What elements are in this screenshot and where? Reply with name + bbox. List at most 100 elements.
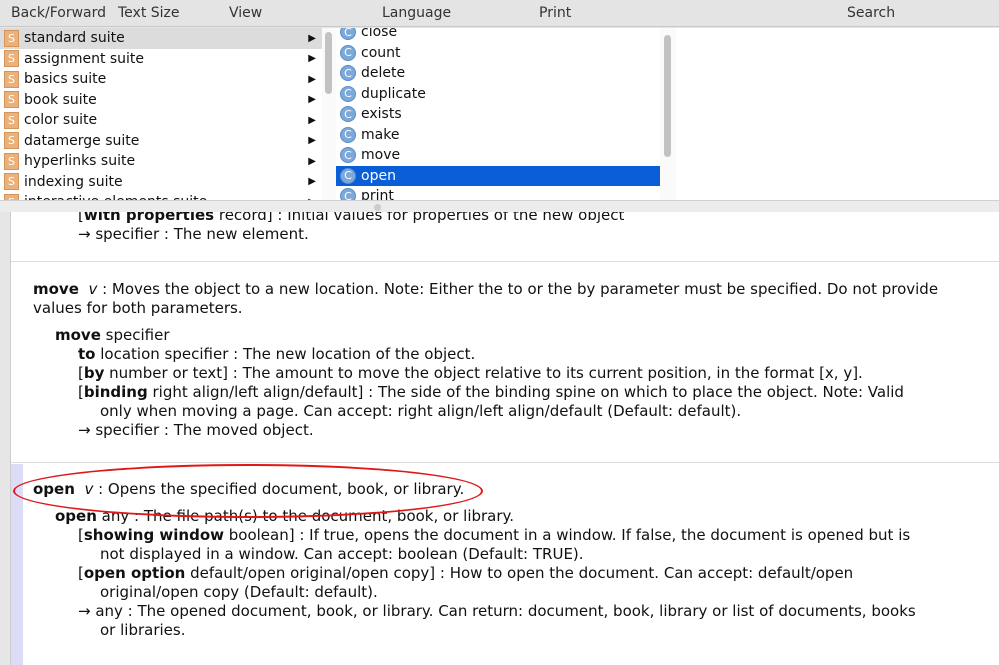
command-item[interactable]: Copen: [336, 165, 660, 186]
language-button[interactable]: Language: [382, 5, 451, 21]
text-size-button[interactable]: Text Size: [118, 5, 180, 21]
command-item[interactable]: Cduplicate: [336, 84, 660, 105]
command-label: print: [361, 188, 394, 200]
command-item[interactable]: Cprint: [336, 186, 660, 200]
suite-icon: S: [4, 132, 19, 150]
suite-label: datamerge suite: [24, 132, 140, 149]
suite-item[interactable]: Sindexing suite ▶: [0, 172, 322, 193]
kind: v: [88, 280, 98, 298]
param-name: with properties: [83, 212, 215, 224]
make-section: [with properties record] : Initial value…: [11, 212, 999, 262]
param-name: open option: [83, 564, 186, 582]
return-line: → any : The opened document, book, or li…: [78, 602, 916, 620]
expand-arrow-icon: ▶: [308, 176, 316, 188]
command-item[interactable]: Cexists: [336, 104, 660, 125]
suite-label: assignment suite: [24, 50, 145, 67]
command-icon: C: [340, 106, 356, 123]
command-item[interactable]: Ccount: [336, 43, 660, 64]
param-desc-cont: not displayed in a window. Can accept: b…: [100, 545, 584, 563]
desc: : Moves the object to a new location. No…: [97, 280, 939, 298]
expand-arrow-icon: ▶: [308, 53, 316, 65]
view-button[interactable]: View: [229, 5, 262, 21]
print-button[interactable]: Print: [539, 5, 571, 21]
expand-arrow-icon: ▶: [308, 135, 316, 147]
dictionary-content: [with properties record] : Initial value…: [10, 212, 999, 665]
param-desc: record] : Initial values for properties …: [214, 212, 625, 224]
command-icon: C: [340, 28, 356, 41]
suite-item[interactable]: Scolor suite ▶: [0, 110, 322, 131]
return-line: → specifier : The moved object.: [78, 421, 314, 439]
param-name: by: [83, 364, 105, 382]
param-name: showing window: [83, 526, 224, 544]
suites-scrollbar[interactable]: [322, 28, 336, 200]
command-name[interactable]: move: [33, 280, 79, 298]
command-item[interactable]: Cmove: [336, 145, 660, 166]
suite-icon: S: [4, 50, 19, 68]
expand-arrow-icon: ▶: [308, 94, 316, 106]
command-label: open: [361, 167, 396, 184]
suites-list: Sstandard suite ▶ Sassignment suite ▶ Sbasic…: [0, 28, 322, 200]
suite-label: hyperlinks suite: [24, 153, 136, 170]
command-label: move: [361, 147, 401, 164]
suite-icon: S: [4, 111, 19, 129]
command-icon: C: [340, 126, 356, 143]
param-desc: default/open original/open copy] : How t…: [185, 564, 854, 582]
suite-label: standard suite: [24, 30, 125, 47]
command-label: count: [361, 44, 401, 61]
suite-label: indexing suite: [24, 173, 123, 190]
expand-arrow-icon: ▶: [308, 73, 316, 85]
suite-item[interactable]: Sassignment suite ▶: [0, 49, 322, 70]
suite-item[interactable]: Sdatamerge suite ▶: [0, 131, 322, 152]
command-label: delete: [361, 65, 406, 82]
command-icon: C: [340, 188, 356, 200]
suite-item[interactable]: Sbook suite ▶: [0, 90, 322, 111]
suite-item[interactable]: Sbasics suite ▶: [0, 69, 322, 90]
command-icon: C: [340, 65, 356, 82]
return-line: → specifier : The new element.: [78, 225, 309, 243]
commands-list: Cclose Ccount Cdelete Cduplicate Cexists Cmak…: [336, 28, 660, 200]
suite-item[interactable]: Sstandard suite ▶: [0, 28, 322, 49]
param-name: to: [78, 345, 96, 363]
param-desc: number or text] : The amount to move the…: [104, 364, 863, 382]
return-line-cont: or libraries.: [100, 621, 186, 639]
command-label: exists: [361, 106, 402, 123]
direct-type: specifier: [100, 326, 170, 344]
command-label: make: [361, 126, 400, 143]
suite-label: basics suite: [24, 71, 107, 88]
command-icon: C: [340, 85, 356, 102]
command-item[interactable]: Cmake: [336, 125, 660, 146]
suite-icon: S: [4, 70, 19, 88]
toolbar: Back/Forward Text Size View Language Pri…: [0, 0, 999, 27]
annotation-ellipse: [13, 464, 483, 518]
suite-icon: S: [4, 152, 19, 170]
expand-arrow-icon: ▶: [308, 32, 316, 44]
param-desc-cont: original/open copy (Default: default).: [100, 583, 378, 601]
back-forward-button[interactable]: Back/Forward: [11, 5, 106, 21]
suite-icon: S: [4, 91, 19, 109]
direct-param: move: [55, 326, 101, 344]
suite-label: book suite: [24, 91, 97, 108]
suite-item[interactable]: Sinteractive elements suite▶: [0, 192, 322, 200]
param-desc: boolean] : If true, opens the document i…: [224, 526, 911, 544]
command-label: close: [361, 28, 398, 41]
suite-label: color suite: [24, 112, 98, 129]
command-label: duplicate: [361, 85, 426, 102]
param-desc-cont: only when moving a page. Can accept: rig…: [100, 402, 742, 420]
suite-icon: S: [4, 29, 19, 47]
suite-icon: S: [4, 173, 19, 191]
commands-scrollbar[interactable]: [660, 28, 676, 200]
command-icon: C: [340, 44, 356, 61]
expand-arrow-icon: ▶: [308, 114, 316, 126]
param-desc: location specifier : The new location of…: [95, 345, 476, 363]
param-desc: right align/left align/default] : The si…: [147, 383, 904, 401]
command-item[interactable]: Cclose: [336, 28, 660, 43]
desc-cont: values for both parameters.: [33, 299, 243, 317]
details-list: [676, 28, 999, 200]
suite-item[interactable]: Shyperlinks suite ▶: [0, 151, 322, 172]
command-icon: C: [340, 147, 356, 164]
search-field[interactable]: Search: [847, 5, 895, 21]
pane-splitter[interactable]: [0, 200, 999, 212]
command-item[interactable]: Cdelete: [336, 63, 660, 84]
command-icon: C: [340, 167, 356, 184]
expand-arrow-icon: ▶: [308, 155, 316, 167]
